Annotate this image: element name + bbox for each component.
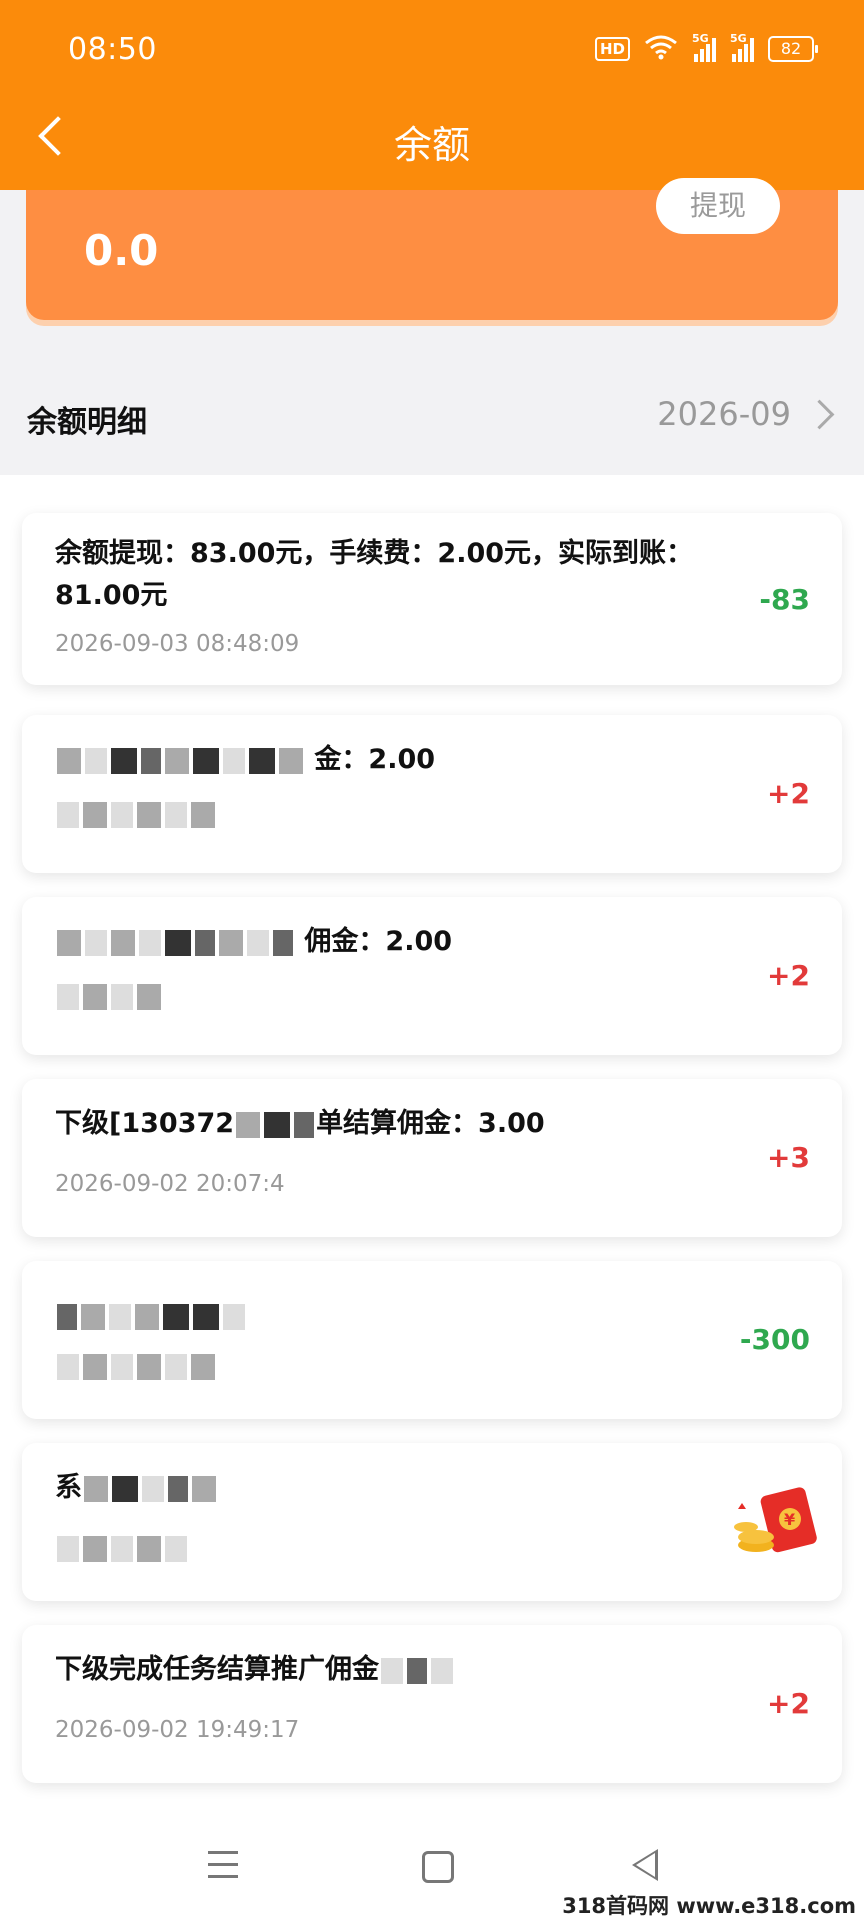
status-icons: HD 5G 5G 82: [594, 32, 818, 64]
record-amount: -300: [739, 1323, 810, 1356]
record-title: 金：2.00: [55, 739, 695, 781]
record-title: 佣金：2.00: [55, 921, 695, 963]
record-time: [55, 1353, 217, 1380]
record-time: [55, 801, 217, 828]
record-amount: +3: [767, 1141, 810, 1174]
record-time: 2026-09-03 08:48:09: [55, 631, 300, 657]
month-label: 2026-09: [657, 395, 791, 433]
list-item[interactable]: 系 ¥: [22, 1443, 842, 1601]
record-time: 2026-09-02 19:49:17: [55, 1717, 300, 1743]
home-icon[interactable]: [422, 1851, 454, 1883]
list-item[interactable]: 佣金：2.00 +2: [22, 897, 842, 1055]
list-item[interactable]: 下级完成任务结算推广佣金 2026-09-02 19:49:17 +2: [22, 1625, 842, 1783]
battery-icon: 82: [768, 36, 818, 62]
app-header: 08:50 HD 5G 5G 82 余额: [0, 0, 864, 190]
month-picker[interactable]: 2026-09: [657, 395, 835, 433]
signal-icon: 5G: [730, 32, 754, 62]
record-amount: +2: [767, 959, 810, 992]
record-title: 下级[130372 单结算佣金：3.00: [55, 1108, 545, 1139]
list-item[interactable]: 下级[130372 单结算佣金：3.00 2026-09-02 20:07:4 +…: [22, 1079, 842, 1237]
menu-icon[interactable]: [208, 1851, 238, 1879]
watermark: 318首码网 www.e318.com: [562, 1894, 856, 1918]
record-time: [55, 1535, 189, 1562]
record-title: [55, 1295, 695, 1337]
record-amount: +2: [767, 777, 810, 810]
list-item[interactable]: -300: [22, 1261, 842, 1419]
mosaic-blur: [57, 747, 81, 774]
record-amount: -83: [759, 583, 810, 616]
back-triangle-icon[interactable]: [632, 1849, 658, 1881]
withdraw-button[interactable]: 提现: [656, 178, 780, 234]
record-title: 下级完成任务结算推广佣金: [55, 1649, 695, 1691]
detail-title: 余额明细: [27, 405, 147, 440]
red-envelope-icon: ¥: [728, 1481, 828, 1571]
wifi-icon: [644, 34, 678, 64]
page-title: 余额: [393, 123, 470, 167]
chevron-right-icon: [804, 399, 835, 429]
record-time: 2026-09-02 20:07:4: [55, 1171, 285, 1197]
record-amount: +2: [767, 1687, 810, 1720]
list-item[interactable]: 余额提现：83.00元，手续费：2.00元，实际到账：81.00元 2026-0…: [22, 513, 842, 685]
record-time: [55, 983, 163, 1010]
record-title: 余额提现：83.00元，手续费：2.00元，实际到账：81.00元: [55, 538, 694, 611]
signal-icon: 5G: [692, 32, 716, 62]
svg-text:¥: ¥: [784, 1510, 795, 1529]
status-time: 08:50: [68, 32, 157, 67]
detail-header: 余额明细 2026-09: [0, 375, 864, 460]
hd-icon: HD: [594, 37, 630, 61]
balance-value: 0.0: [84, 226, 159, 275]
record-title: 系: [55, 1467, 695, 1509]
list-item[interactable]: 金：2.00 +2: [22, 715, 842, 873]
balance-card: 0.0 提现: [26, 178, 838, 320]
record-list: 余额提现：83.00元，手续费：2.00元，实际到账：81.00元 2026-0…: [0, 475, 864, 1813]
